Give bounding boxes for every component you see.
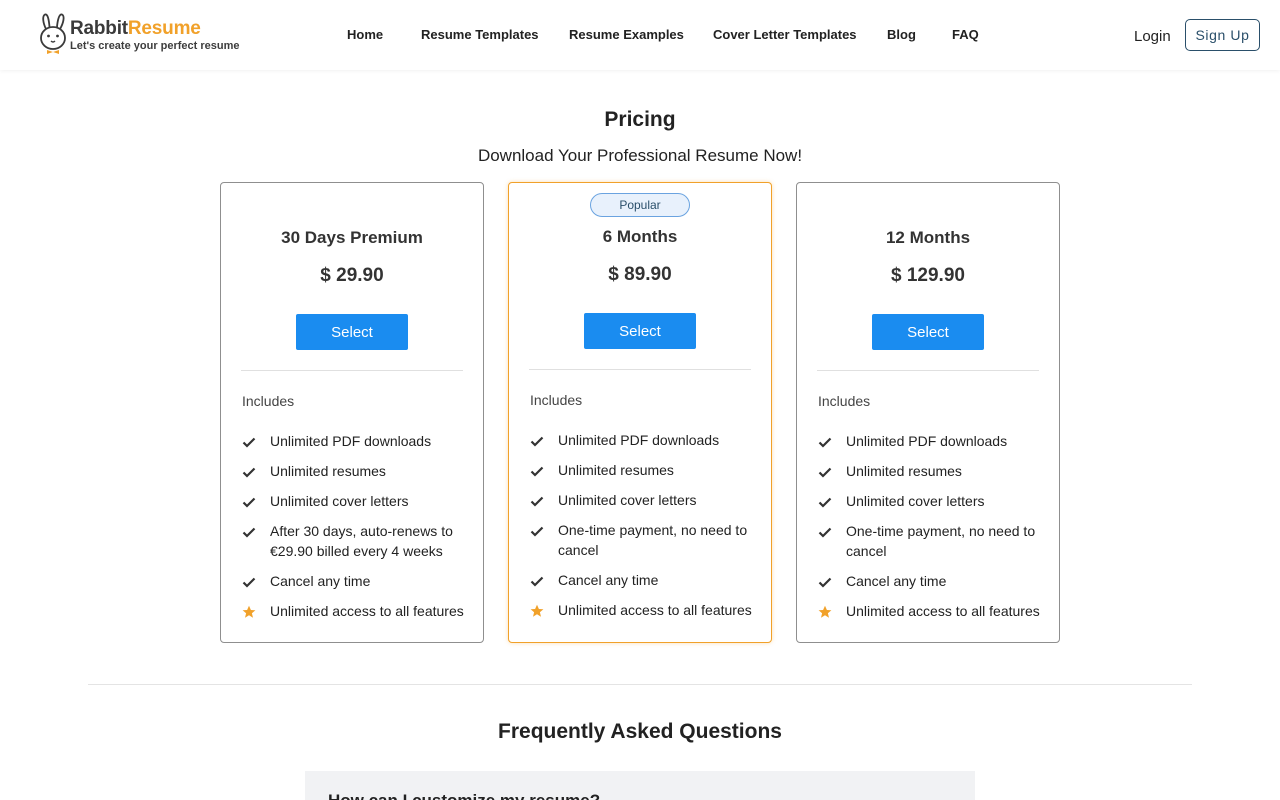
check-icon [242,434,256,448]
feature-item: Unlimited cover letters [818,491,1044,511]
feature-text: Unlimited cover letters [270,493,409,509]
feature-text: Unlimited access to all features [846,603,1040,619]
check-icon [242,464,256,478]
nav-blog[interactable]: Blog [887,27,916,42]
feature-item: Unlimited access to all features [530,600,756,620]
feature-item: Unlimited resumes [242,461,468,481]
star-icon [818,604,832,618]
plan-card-6-months: Popular 6 Months $ 89.90 Select Includes… [508,182,772,643]
check-icon [242,574,256,588]
feature-text: Unlimited PDF downloads [558,432,720,448]
feature-text: Unlimited PDF downloads [270,433,432,449]
feature-text: Unlimited PDF downloads [846,433,1008,449]
star-icon [530,603,544,617]
feature-item: Unlimited access to all features [242,601,468,621]
nav-resume-templates[interactable]: Resume Templates [421,27,539,42]
nav-cover-letter-templates[interactable]: Cover Letter Templates [713,27,857,42]
site-header: RabbitResume Let's create your perfect r… [0,0,1280,70]
includes-label: Includes [242,393,295,409]
card-divider [817,370,1039,371]
check-icon [242,524,256,538]
nav-home[interactable]: Home [347,27,383,42]
faq-question: How can I customize my resume? [328,791,600,800]
feature-list: Unlimited PDF downloads Unlimited resumes… [242,431,468,631]
check-icon [530,433,544,447]
plan-price: $ 29.90 [320,265,384,286]
feature-text: Unlimited resumes [558,462,674,478]
feature-item: One-time payment, no need to cancel [530,520,756,560]
card-divider [241,370,463,371]
plan-price: $ 129.90 [891,265,965,286]
feature-item: Unlimited resumes [530,460,756,480]
signup-button[interactable]: Sign Up [1185,19,1260,51]
select-plan-button[interactable]: Select [872,314,984,350]
check-icon [530,523,544,537]
feature-text: Cancel any time [270,573,371,589]
feature-text: Cancel any time [558,572,659,588]
select-plan-button[interactable]: Select [584,313,696,349]
feature-text: Unlimited resumes [846,463,962,479]
feature-text: After 30 days, auto-renews to €29.90 bil… [270,523,453,559]
pricing-subtitle: Download Your Professional Resume Now! [477,146,803,165]
feature-text: One-time payment, no need to cancel [846,523,1036,559]
feature-item: After 30 days, auto-renews to €29.90 bil… [242,521,468,561]
feature-item: Unlimited PDF downloads [818,431,1044,451]
popular-badge: Popular [590,193,690,217]
check-icon [530,493,544,507]
card-divider [529,369,751,370]
pricing-title: Pricing [604,108,676,131]
feature-list: Unlimited PDF downloads Unlimited resumes… [530,430,756,630]
check-icon [530,463,544,477]
plan-card-12-months: 12 Months $ 129.90 Select Includes Unlim… [796,182,1060,643]
feature-text: Unlimited access to all features [558,602,752,618]
nav-faq[interactable]: FAQ [952,27,979,42]
faq-title: Frequently Asked Questions [498,720,782,743]
feature-item: Unlimited PDF downloads [530,430,756,450]
feature-item: Cancel any time [242,571,468,591]
feature-text: Unlimited cover letters [558,492,697,508]
feature-item: Unlimited cover letters [530,490,756,510]
includes-label: Includes [818,393,871,409]
plan-price: $ 89.90 [608,264,672,285]
plan-name: 12 Months [885,228,971,247]
star-icon [242,604,256,618]
plan-card-30-days: 30 Days Premium $ 29.90 Select Includes … [220,182,484,643]
plan-name: 30 Days Premium [281,228,423,247]
faq-item[interactable]: How can I customize my resume? [305,771,975,800]
feature-text: Unlimited access to all features [270,603,464,619]
feature-list: Unlimited PDF downloads Unlimited resumes… [818,431,1044,631]
section-divider [88,684,1192,685]
feature-item: Unlimited cover letters [242,491,468,511]
feature-item: Unlimited resumes [818,461,1044,481]
check-icon [818,464,832,478]
feature-item: Cancel any time [818,571,1044,591]
login-link[interactable]: Login [1134,28,1171,45]
check-icon [818,434,832,448]
feature-text: Unlimited cover letters [846,493,985,509]
select-plan-button[interactable]: Select [296,314,408,350]
check-icon [530,573,544,587]
nav-resume-examples[interactable]: Resume Examples [569,27,684,42]
feature-item: Unlimited PDF downloads [242,431,468,451]
feature-text: Unlimited resumes [270,463,386,479]
check-icon [818,574,832,588]
feature-item: Unlimited access to all features [818,601,1044,621]
check-icon [818,524,832,538]
main-nav: Home Resume Templates Resume Examples Co… [0,27,1280,45]
check-icon [242,494,256,508]
includes-label: Includes [530,392,583,408]
feature-item: Cancel any time [530,570,756,590]
check-icon [818,494,832,508]
feature-text: One-time payment, no need to cancel [558,522,748,558]
feature-text: Cancel any time [846,573,947,589]
plan-name: 6 Months [602,227,678,246]
feature-item: One-time payment, no need to cancel [818,521,1044,561]
